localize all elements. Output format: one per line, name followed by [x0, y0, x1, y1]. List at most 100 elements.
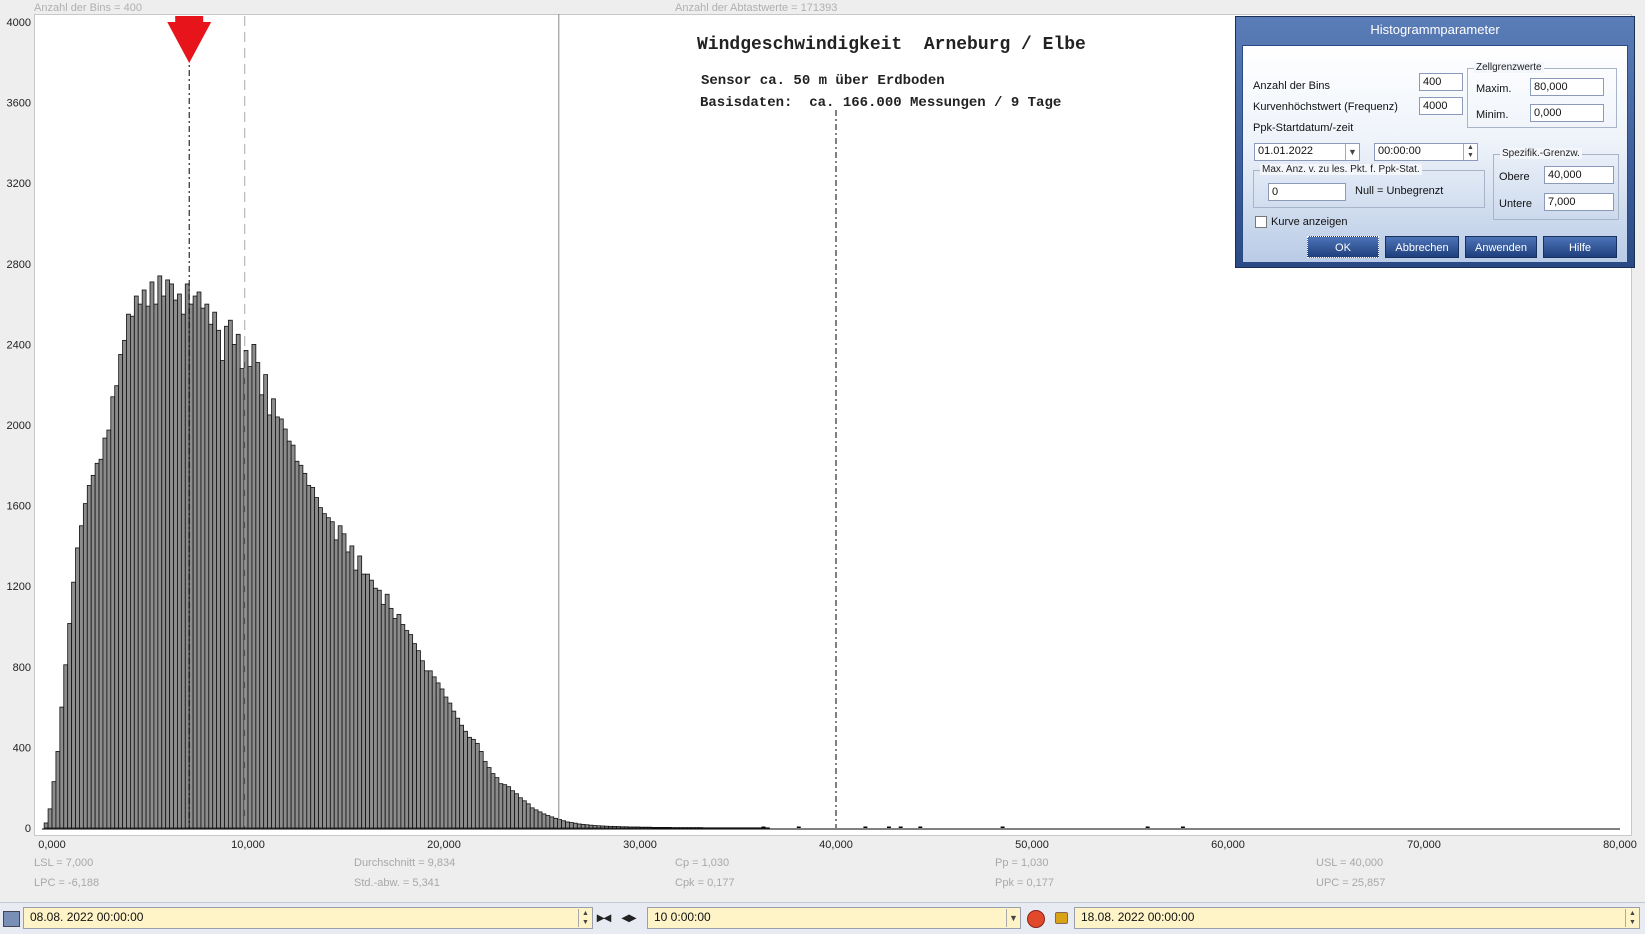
- histogram-bar: [459, 724, 464, 829]
- stat-cp: Cp = 1,030: [675, 857, 730, 869]
- histogram-bar: [306, 485, 312, 829]
- x-tick-label: 80,000: [1603, 839, 1637, 851]
- histogram-bar: [522, 800, 527, 829]
- histogram-bar: [1180, 826, 1185, 828]
- freq-input[interactable]: [1419, 97, 1463, 115]
- help-button[interactable]: Hilfe: [1543, 236, 1617, 258]
- ok-button[interactable]: OK: [1307, 236, 1379, 258]
- curve-checkbox[interactable]: [1255, 216, 1267, 228]
- histogram-bar: [718, 827, 723, 829]
- histogram-bar: [690, 827, 696, 829]
- stat-ppk: Ppk = 0,177: [995, 877, 1055, 889]
- histogram-bar: [1000, 826, 1005, 828]
- histogram-bar: [353, 569, 359, 829]
- histogram-bar: [67, 623, 73, 829]
- histogram-bar: [639, 826, 645, 829]
- histogram-bar: [416, 650, 421, 829]
- histogram-bar: [474, 742, 480, 829]
- histogram-bar: [82, 503, 88, 829]
- histogram-bar: [133, 295, 139, 829]
- histogram-bar: [298, 464, 304, 829]
- clock-icon[interactable]: [1027, 910, 1045, 928]
- histogram-bar: [796, 826, 801, 828]
- y-tick-label: 1200: [7, 581, 31, 593]
- max-count-title: Max. Anz. v. zu les. Pkt. f. Ppk-Stat.: [1260, 164, 1422, 175]
- histogram-bar: [565, 821, 570, 829]
- histogram-bar: [71, 581, 76, 829]
- histogram-bar: [557, 819, 562, 829]
- histogram-bar: [545, 815, 551, 829]
- lock-icon[interactable]: [1055, 912, 1068, 924]
- start-time-input[interactable]: 00:00:00 ▲ ▼: [1374, 143, 1478, 161]
- upper-limit-input[interactable]: [1544, 166, 1614, 184]
- start-date-select[interactable]: 01.01.2022 ▼: [1254, 143, 1360, 161]
- histogram-bar: [518, 797, 523, 829]
- y-tick-label: 4000: [7, 17, 31, 29]
- shrink-range-icon[interactable]: ▸◂: [597, 909, 611, 926]
- min-input[interactable]: [1530, 104, 1604, 122]
- span-field[interactable]: 10 0:00:00 ▼: [647, 907, 1021, 929]
- chevron-down-icon[interactable]: ▼: [1345, 144, 1359, 160]
- histogram-bar: [271, 398, 276, 829]
- histogram-bar: [431, 676, 437, 829]
- histogram-bar: [388, 607, 394, 829]
- histogram-bar: [329, 521, 335, 829]
- histogram-bar: [918, 826, 923, 828]
- histogram-bar: [126, 313, 131, 829]
- histogram-bar: [420, 660, 425, 829]
- freq-label: Kurvenhöchstwert (Frequenz): [1253, 101, 1398, 113]
- stat-cpk: Cpk = 0,177: [675, 877, 735, 889]
- cancel-button[interactable]: Abbrechen: [1385, 236, 1459, 258]
- calendar-icon[interactable]: [3, 911, 20, 927]
- histogram-bar: [75, 547, 80, 829]
- histogram-bar: [51, 781, 57, 829]
- histogram-bar: [180, 313, 186, 829]
- y-tick-label: 2800: [7, 259, 31, 271]
- histogram-bar: [745, 827, 751, 829]
- bins-input[interactable]: [1419, 73, 1463, 91]
- histogram-bar: [467, 736, 472, 829]
- max-count-input[interactable]: [1268, 183, 1346, 201]
- histogram-bar: [239, 368, 245, 829]
- histogram-bar: [98, 458, 104, 829]
- histogram-bar: [114, 385, 120, 829]
- x-tick-label: 30,000: [623, 839, 657, 851]
- stat-lsl: LSL = 7,000: [34, 857, 94, 869]
- apply-button[interactable]: Anwenden: [1465, 236, 1537, 258]
- x-tick-label: 20,000: [427, 839, 461, 851]
- start-datetime-field[interactable]: 08.08. 2022 00:00:00 ▲ ▼: [23, 907, 593, 929]
- start-date-value: 01.01.2022: [1258, 145, 1314, 157]
- expand-range-icon[interactable]: ◂▸: [622, 909, 636, 926]
- histogram-bar: [267, 414, 272, 829]
- histogram-bar: [478, 751, 484, 829]
- histogram-bar: [592, 825, 598, 829]
- histogram-bar: [663, 826, 668, 829]
- histogram-bar: [651, 826, 657, 829]
- stat-lpc: LPC = -6,188: [34, 877, 100, 889]
- histogram-bar: [627, 826, 633, 829]
- x-tick-label: 50,000: [1015, 839, 1049, 851]
- histogram-bar: [106, 429, 112, 829]
- time-spinner-icon[interactable]: ▲ ▼: [1463, 144, 1477, 160]
- histogram-bar: [898, 826, 903, 828]
- end-datetime-field[interactable]: 18.08. 2022 00:00:00 ▲ ▼: [1074, 907, 1640, 929]
- histogram-bar: [208, 323, 214, 829]
- start-spinner-icon[interactable]: ▲ ▼: [578, 909, 592, 927]
- histogram-bar: [275, 416, 280, 829]
- histogram-bar: [380, 603, 386, 829]
- max-input[interactable]: [1530, 78, 1604, 96]
- histogram-bar: [392, 618, 398, 829]
- max-label: Maxim.: [1476, 83, 1512, 95]
- span-dropdown-icon[interactable]: ▼: [1006, 909, 1020, 927]
- histogram-bar: [749, 827, 755, 829]
- histogram-bar: [620, 826, 625, 829]
- histogram-bar: [282, 428, 288, 829]
- end-spinner-icon[interactable]: ▲ ▼: [1625, 909, 1639, 927]
- histogram-bar: [447, 702, 453, 829]
- histogram-bar: [184, 283, 190, 829]
- x-tick-label: 70,000: [1407, 839, 1441, 851]
- y-tick-label: 1600: [7, 501, 31, 513]
- lower-limit-input[interactable]: [1544, 193, 1614, 211]
- histogram-bar: [655, 826, 660, 829]
- histogram-bar: [220, 360, 225, 829]
